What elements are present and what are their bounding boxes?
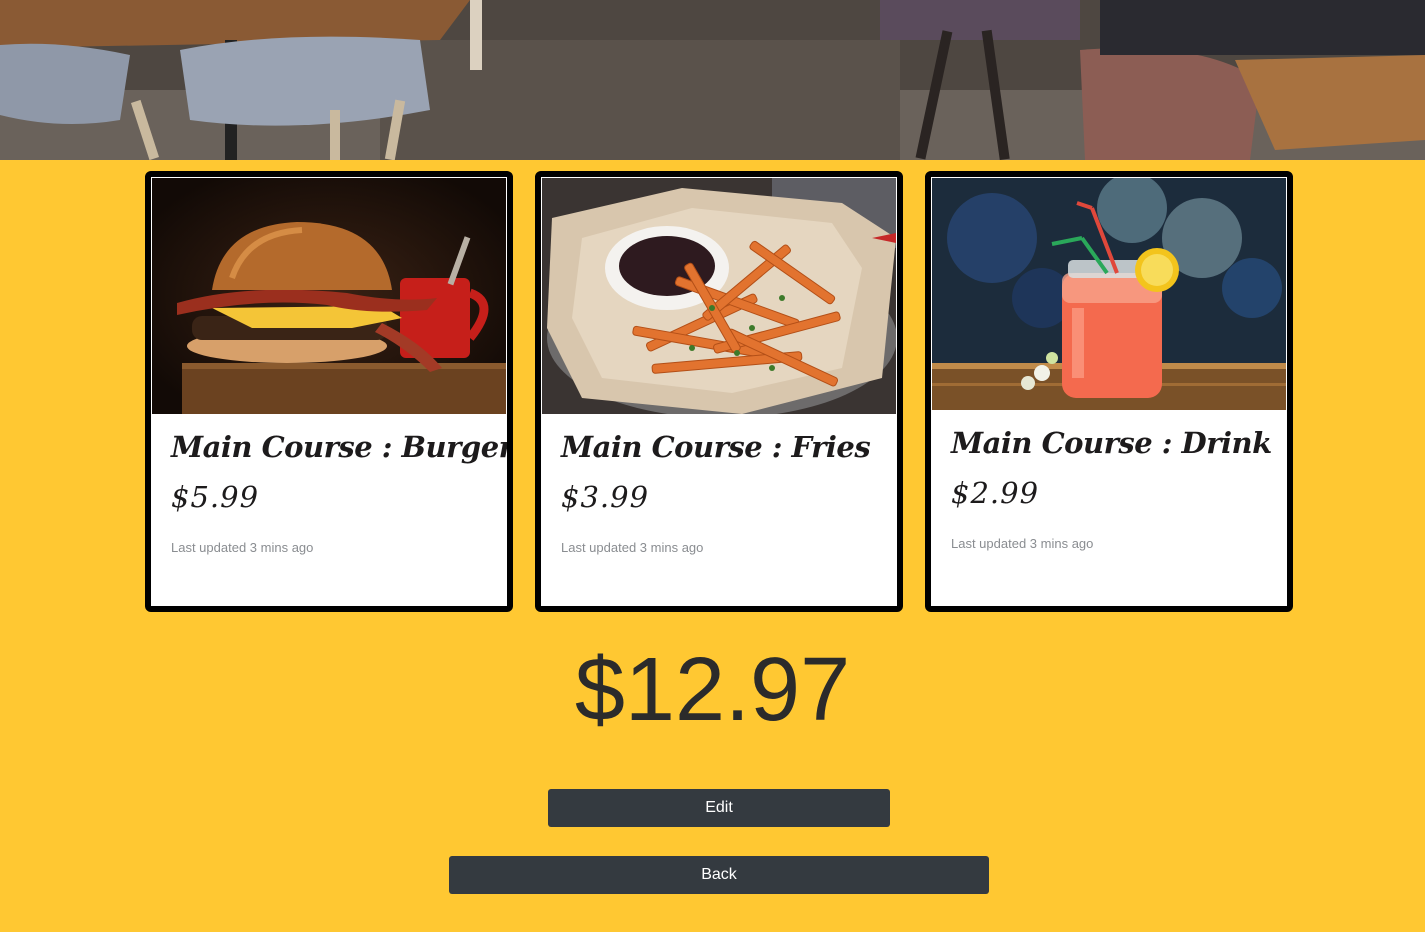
card-title: Main Course : Burger xyxy=(171,430,513,464)
fries-photo xyxy=(542,178,896,414)
drink-photo xyxy=(932,178,1286,410)
card-updated-text: Last updated 3 mins ago xyxy=(171,540,314,555)
card-title: Main Course : Fries xyxy=(561,430,871,464)
burger-photo xyxy=(152,178,506,414)
menu-card-burger[interactable]: Main Course : Burger $5.99 Last updated … xyxy=(145,171,513,612)
card-price: $2.99 xyxy=(951,476,1040,510)
order-total: $12.97 xyxy=(574,640,851,740)
menu-card-drink[interactable]: Main Course : Drink $2.99 Last updated 3… xyxy=(925,171,1293,612)
card-updated-text: Last updated 3 mins ago xyxy=(951,536,1094,551)
card-price: $5.99 xyxy=(171,480,260,514)
menu-card-fries[interactable]: Main Course : Fries $3.99 Last updated 3… xyxy=(535,171,903,612)
card-price: $3.99 xyxy=(561,480,650,514)
card-title: Main Course : Drink xyxy=(951,426,1272,460)
card-updated-text: Last updated 3 mins ago xyxy=(561,540,704,555)
menu-card-list: Main Course : Burger $5.99 Last updated … xyxy=(145,171,1295,612)
edit-button[interactable]: Edit xyxy=(548,789,890,827)
back-button[interactable]: Back xyxy=(449,856,989,894)
hero-banner-image xyxy=(0,0,1425,160)
